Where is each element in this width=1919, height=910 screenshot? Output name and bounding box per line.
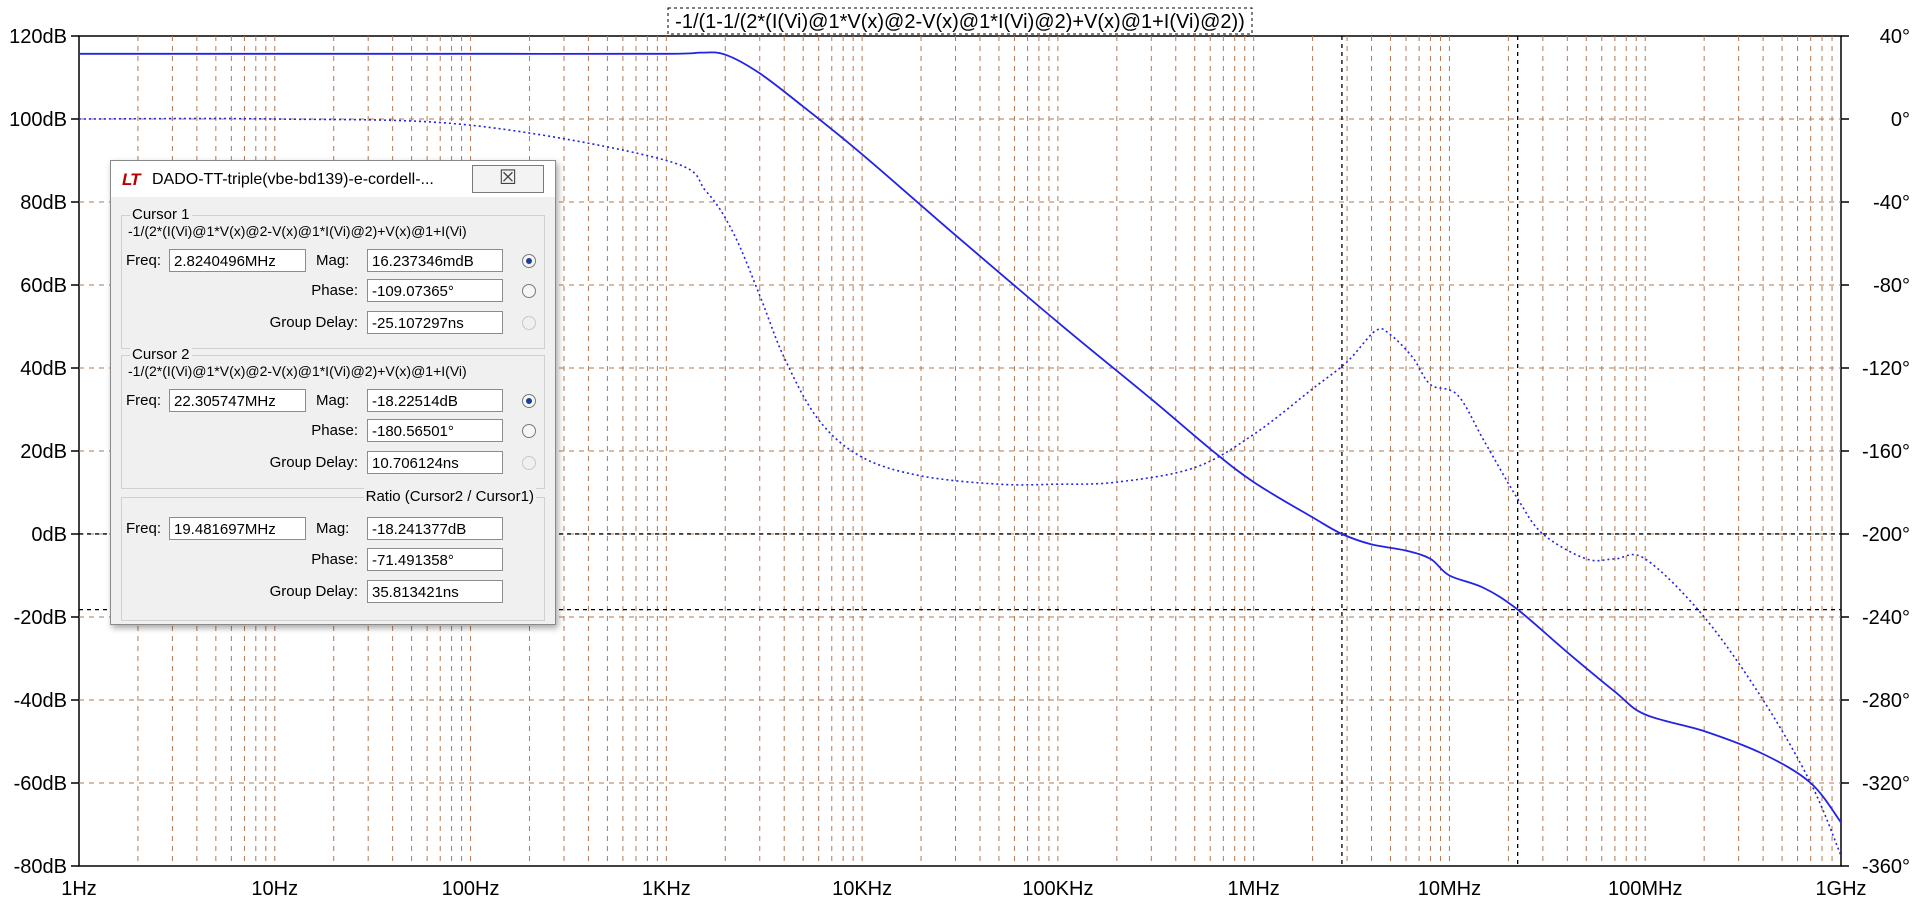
cursor1-label: Cursor 1 <box>130 206 192 223</box>
y-left-tick-label: 100dB <box>9 109 67 131</box>
y-right-tick-label: 0° <box>1891 109 1910 131</box>
cursor2-mag-radio[interactable] <box>522 394 536 408</box>
ltspice-logo-icon: LT <box>122 170 140 189</box>
y-left-tick-label: -60dB <box>14 773 67 795</box>
cursor1-mag-label: Mag: <box>316 252 350 269</box>
cursor1-gd-label: Group Delay: <box>269 314 358 331</box>
y-right-tick-label: -280° <box>1862 690 1910 712</box>
cursor2-label: Cursor 2 <box>130 346 192 363</box>
y-left-tick-label: 20dB <box>20 441 67 463</box>
close-icon: ☒ <box>499 167 517 189</box>
ratio-gd-label: Group Delay: <box>269 583 358 600</box>
x-tick-label: 1KHz <box>642 878 691 900</box>
y-left-tick-label: -80dB <box>14 856 67 878</box>
y-right-tick-label: 40° <box>1880 26 1910 48</box>
x-tick-label: 100MHz <box>1608 878 1682 900</box>
x-tick-label: 10Hz <box>251 878 298 900</box>
cursor1-phase-field[interactable]: -109.07365° <box>367 279 503 302</box>
ratio-freq-field[interactable]: 19.481697MHz <box>169 517 306 540</box>
y-left-tick-label: -20dB <box>14 607 67 629</box>
y-right-tick-label: -320° <box>1862 773 1910 795</box>
y-left-tick-label: 120dB <box>9 26 67 48</box>
x-tick-label: 1Hz <box>61 878 97 900</box>
cursor2-freq-label: Freq: <box>126 392 162 409</box>
trace-title[interactable]: -1/(1-1/(2*(I(Vi)@1*V(x)@2-V(x)@1*I(Vi)@… <box>675 11 1245 33</box>
cursor1-gd-field[interactable]: -25.107297ns <box>367 311 503 334</box>
dialog-titlebar[interactable]: LT DADO-TT-triple(vbe-bd139)-e-cordell-.… <box>111 161 555 197</box>
cursor1-mag-radio[interactable] <box>522 254 536 268</box>
cursor1-expression: -1/(2*(I(Vi)@1*V(x)@2-V(x)@1*I(Vi)@2)+V(… <box>128 223 467 239</box>
ratio-label: Ratio (Cursor2 / Cursor1) <box>363 488 536 505</box>
cursor2-phase-field[interactable]: -180.56501° <box>367 419 503 442</box>
ratio-freq-label: Freq: <box>126 520 162 537</box>
y-left-tick-label: 60dB <box>20 275 67 297</box>
cursor-dialog[interactable]: LT DADO-TT-triple(vbe-bd139)-e-cordell-.… <box>110 160 556 625</box>
cursor2-expression: -1/(2*(I(Vi)@1*V(x)@2-V(x)@1*I(Vi)@2)+V(… <box>128 363 467 379</box>
x-tick-label: 10MHz <box>1418 878 1481 900</box>
y-left-tick-label: 80dB <box>20 192 67 214</box>
ratio-phase-field[interactable]: -71.491358° <box>367 548 503 571</box>
ratio-gd-field[interactable]: 35.813421ns <box>367 580 503 603</box>
y-right-tick-label: -120° <box>1862 358 1910 380</box>
x-tick-label: 10KHz <box>832 878 892 900</box>
cursor1-group: Cursor 1 -1/(2*(I(Vi)@1*V(x)@2-V(x)@1*I(… <box>121 206 545 349</box>
cursor1-phase-radio[interactable] <box>522 284 536 298</box>
cursor2-gd-label: Group Delay: <box>269 454 358 471</box>
cursor1-phase-label: Phase: <box>311 282 358 299</box>
cursor2-gd-field[interactable]: 10.706124ns <box>367 451 503 474</box>
cursor1-gd-radio[interactable] <box>522 316 536 330</box>
cursor1-mag-field[interactable]: 16.237346mdB <box>367 249 503 272</box>
y-left-tick-label: 40dB <box>20 358 67 380</box>
ratio-group: Ratio (Cursor2 / Cursor1) Freq: 19.48169… <box>121 488 545 621</box>
cursor2-gd-radio[interactable] <box>522 456 536 470</box>
ratio-phase-label: Phase: <box>311 551 358 568</box>
x-tick-label: 1MHz <box>1228 878 1280 900</box>
cursor2-mag-field[interactable]: -18.22514dB <box>367 389 503 412</box>
y-right-tick-label: -240° <box>1862 607 1910 629</box>
cursor2-phase-label: Phase: <box>311 422 358 439</box>
cursor2-mag-label: Mag: <box>316 392 350 409</box>
x-tick-label: 1GHz <box>1815 878 1866 900</box>
cursor2-phase-radio[interactable] <box>522 424 536 438</box>
y-right-tick-label: -360° <box>1862 856 1910 878</box>
y-right-tick-label: -200° <box>1862 524 1910 546</box>
y-left-tick-label: 0dB <box>31 524 67 546</box>
cursor1-freq-label: Freq: <box>126 252 162 269</box>
dialog-title: DADO-TT-triple(vbe-bd139)-e-cordell-... <box>152 171 434 188</box>
ratio-mag-field[interactable]: -18.241377dB <box>367 517 503 540</box>
y-right-tick-label: -80° <box>1873 275 1910 297</box>
cursor1-freq-field[interactable]: 2.8240496MHz <box>169 249 306 272</box>
close-button[interactable]: ☒ <box>472 165 544 193</box>
cursor2-group: Cursor 2 -1/(2*(I(Vi)@1*V(x)@2-V(x)@1*I(… <box>121 346 545 489</box>
y-right-tick-label: -160° <box>1862 441 1910 463</box>
x-tick-label: 100KHz <box>1022 878 1093 900</box>
y-right-tick-label: -40° <box>1873 192 1910 214</box>
cursor2-freq-field[interactable]: 22.305747MHz <box>169 389 306 412</box>
ratio-mag-label: Mag: <box>316 520 350 537</box>
x-tick-label: 100Hz <box>442 878 500 900</box>
y-left-tick-label: -40dB <box>14 690 67 712</box>
